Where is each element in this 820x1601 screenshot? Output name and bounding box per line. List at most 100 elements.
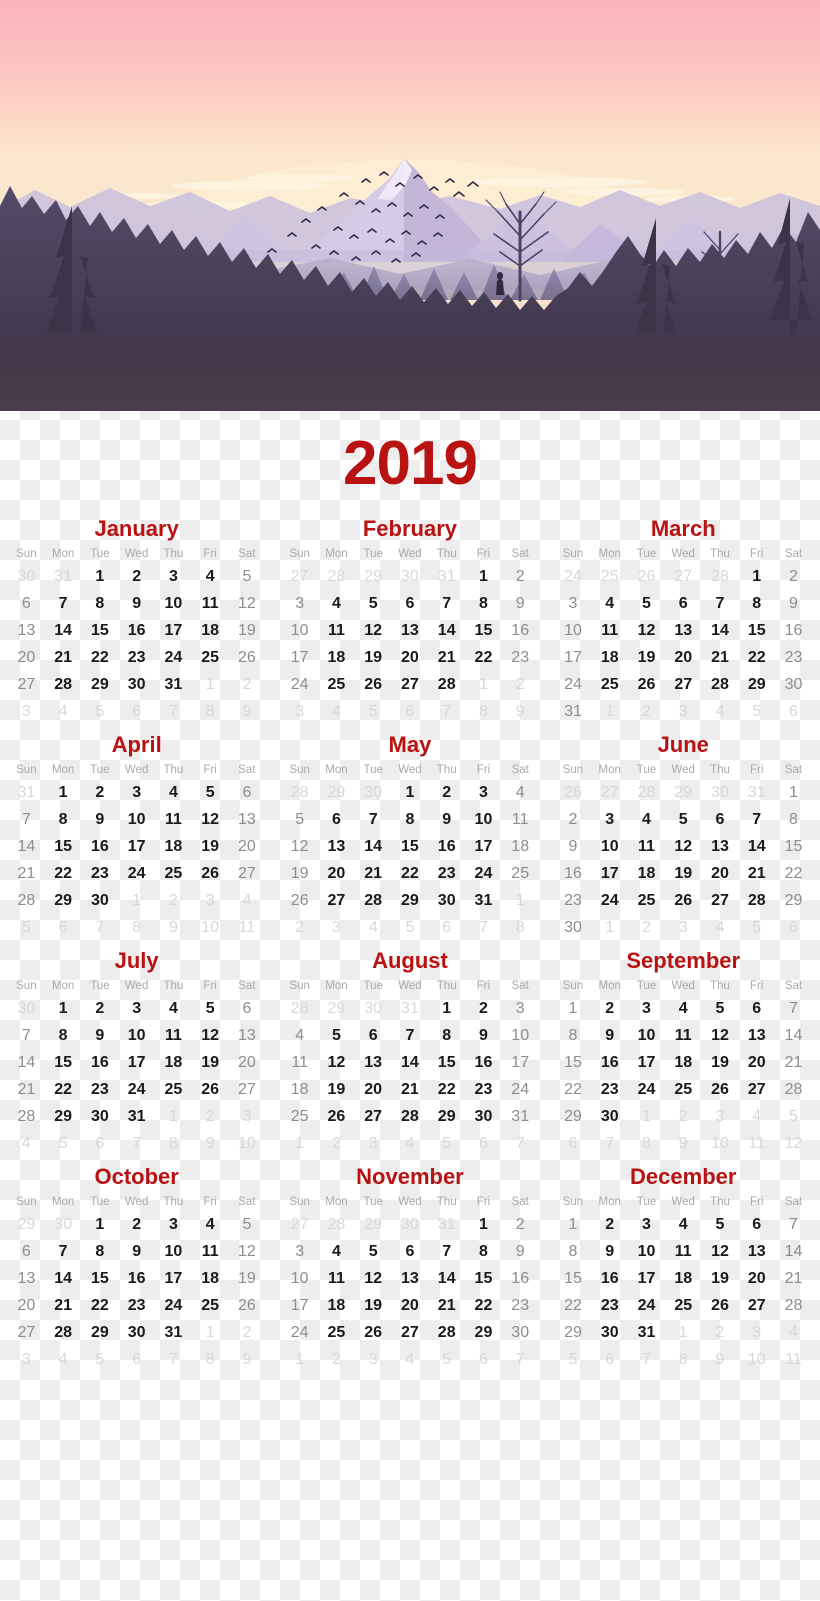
day-cell[interactable]: 1 bbox=[465, 671, 502, 698]
day-cell[interactable]: 26 bbox=[702, 1292, 739, 1319]
day-cell[interactable]: 15 bbox=[465, 617, 502, 644]
day-cell[interactable]: 3 bbox=[318, 914, 355, 941]
day-cell[interactable]: 7 bbox=[628, 1346, 665, 1373]
day-cell[interactable]: 4 bbox=[355, 914, 392, 941]
day-cell[interactable]: 26 bbox=[318, 1103, 355, 1130]
day-cell[interactable]: 30 bbox=[775, 671, 812, 698]
day-cell[interactable]: 4 bbox=[155, 779, 192, 806]
day-cell[interactable]: 25 bbox=[281, 1103, 318, 1130]
day-cell[interactable]: 27 bbox=[8, 671, 45, 698]
day-cell[interactable]: 12 bbox=[281, 833, 318, 860]
day-cell[interactable]: 16 bbox=[82, 1049, 119, 1076]
day-cell[interactable]: 3 bbox=[665, 914, 702, 941]
day-cell[interactable]: 9 bbox=[591, 1022, 628, 1049]
day-cell[interactable]: 18 bbox=[318, 1292, 355, 1319]
day-cell[interactable]: 31 bbox=[628, 1319, 665, 1346]
day-cell[interactable]: 26 bbox=[355, 671, 392, 698]
day-cell[interactable]: 2 bbox=[281, 914, 318, 941]
day-cell[interactable]: 18 bbox=[665, 1265, 702, 1292]
day-cell[interactable]: 6 bbox=[118, 1346, 155, 1373]
day-cell[interactable]: 9 bbox=[82, 1022, 119, 1049]
day-cell[interactable]: 17 bbox=[118, 1049, 155, 1076]
day-cell[interactable]: 21 bbox=[8, 860, 45, 887]
day-cell[interactable]: 15 bbox=[82, 1265, 119, 1292]
day-cell[interactable]: 8 bbox=[118, 914, 155, 941]
day-cell[interactable]: 14 bbox=[428, 617, 465, 644]
day-cell[interactable]: 10 bbox=[628, 1022, 665, 1049]
day-cell[interactable]: 20 bbox=[229, 833, 266, 860]
day-cell[interactable]: 22 bbox=[775, 860, 812, 887]
day-cell[interactable]: 30 bbox=[702, 779, 739, 806]
day-cell[interactable]: 1 bbox=[281, 1346, 318, 1373]
day-cell[interactable]: 27 bbox=[702, 887, 739, 914]
day-cell[interactable]: 14 bbox=[45, 1265, 82, 1292]
day-cell[interactable]: 19 bbox=[702, 1049, 739, 1076]
day-cell[interactable]: 1 bbox=[281, 1130, 318, 1157]
day-cell[interactable]: 18 bbox=[318, 644, 355, 671]
day-cell[interactable]: 2 bbox=[555, 806, 592, 833]
day-cell[interactable]: 29 bbox=[82, 1319, 119, 1346]
day-cell[interactable]: 16 bbox=[555, 860, 592, 887]
day-cell[interactable]: 1 bbox=[392, 779, 429, 806]
day-cell[interactable]: 21 bbox=[775, 1265, 812, 1292]
day-cell[interactable]: 27 bbox=[665, 563, 702, 590]
day-cell[interactable]: 24 bbox=[281, 671, 318, 698]
day-cell[interactable]: 15 bbox=[465, 1265, 502, 1292]
day-cell[interactable]: 10 bbox=[628, 1238, 665, 1265]
day-cell[interactable]: 17 bbox=[155, 617, 192, 644]
day-cell[interactable]: 5 bbox=[428, 1130, 465, 1157]
day-cell[interactable]: 4 bbox=[665, 1211, 702, 1238]
day-cell[interactable]: 8 bbox=[555, 1238, 592, 1265]
day-cell[interactable]: 4 bbox=[229, 887, 266, 914]
day-cell[interactable]: 27 bbox=[229, 1076, 266, 1103]
day-cell[interactable]: 5 bbox=[355, 1238, 392, 1265]
day-cell[interactable]: 17 bbox=[502, 1049, 539, 1076]
day-cell[interactable]: 5 bbox=[738, 914, 775, 941]
day-cell[interactable]: 23 bbox=[502, 644, 539, 671]
day-cell[interactable]: 5 bbox=[318, 1022, 355, 1049]
day-cell[interactable]: 8 bbox=[82, 590, 119, 617]
day-cell[interactable]: 11 bbox=[591, 617, 628, 644]
day-cell[interactable]: 2 bbox=[502, 563, 539, 590]
day-cell[interactable]: 23 bbox=[82, 860, 119, 887]
day-cell[interactable]: 30 bbox=[118, 1319, 155, 1346]
day-cell[interactable]: 14 bbox=[392, 1049, 429, 1076]
day-cell[interactable]: 26 bbox=[702, 1076, 739, 1103]
day-cell[interactable]: 3 bbox=[281, 590, 318, 617]
day-cell[interactable]: 30 bbox=[392, 563, 429, 590]
day-cell[interactable]: 2 bbox=[118, 563, 155, 590]
day-cell[interactable]: 6 bbox=[428, 914, 465, 941]
day-cell[interactable]: 10 bbox=[118, 806, 155, 833]
day-cell[interactable]: 24 bbox=[118, 1076, 155, 1103]
day-cell[interactable]: 1 bbox=[465, 563, 502, 590]
day-cell[interactable]: 31 bbox=[738, 779, 775, 806]
day-cell[interactable]: 17 bbox=[281, 644, 318, 671]
day-cell[interactable]: 3 bbox=[192, 887, 229, 914]
day-cell[interactable]: 6 bbox=[555, 1130, 592, 1157]
day-cell[interactable]: 21 bbox=[738, 860, 775, 887]
day-cell[interactable]: 18 bbox=[192, 617, 229, 644]
day-cell[interactable]: 28 bbox=[775, 1076, 812, 1103]
day-cell[interactable]: 14 bbox=[702, 617, 739, 644]
day-cell[interactable]: 19 bbox=[192, 1049, 229, 1076]
day-cell[interactable]: 16 bbox=[502, 1265, 539, 1292]
day-cell[interactable]: 13 bbox=[229, 806, 266, 833]
day-cell[interactable]: 3 bbox=[155, 563, 192, 590]
day-cell[interactable]: 20 bbox=[738, 1049, 775, 1076]
day-cell[interactable]: 26 bbox=[229, 1292, 266, 1319]
day-cell[interactable]: 8 bbox=[45, 1022, 82, 1049]
day-cell[interactable]: 29 bbox=[775, 887, 812, 914]
day-cell[interactable]: 28 bbox=[281, 995, 318, 1022]
day-cell[interactable]: 16 bbox=[118, 1265, 155, 1292]
day-cell[interactable]: 16 bbox=[591, 1265, 628, 1292]
day-cell[interactable]: 8 bbox=[465, 698, 502, 725]
day-cell[interactable]: 2 bbox=[118, 1211, 155, 1238]
day-cell[interactable]: 21 bbox=[45, 1292, 82, 1319]
day-cell[interactable]: 28 bbox=[45, 671, 82, 698]
day-cell[interactable]: 28 bbox=[628, 779, 665, 806]
day-cell[interactable]: 15 bbox=[738, 617, 775, 644]
day-cell[interactable]: 11 bbox=[155, 806, 192, 833]
day-cell[interactable]: 8 bbox=[428, 1022, 465, 1049]
day-cell[interactable]: 1 bbox=[502, 887, 539, 914]
day-cell[interactable]: 13 bbox=[229, 1022, 266, 1049]
